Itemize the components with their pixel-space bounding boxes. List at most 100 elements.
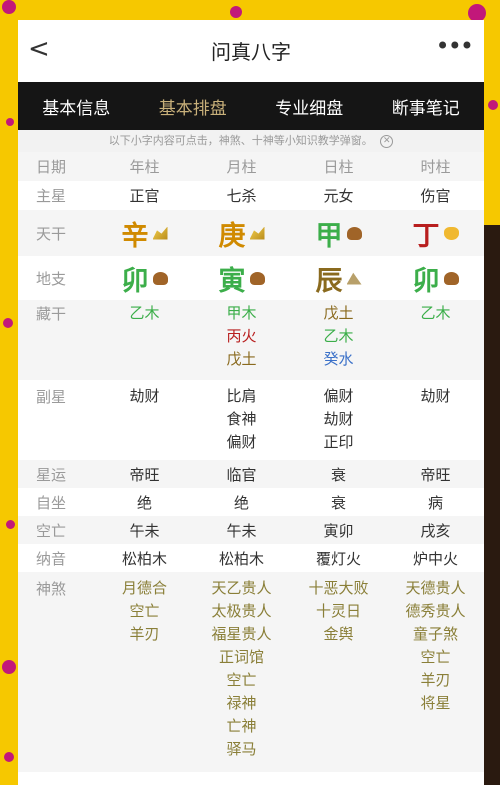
shensha-item[interactable]: 太极贵人 [193, 600, 290, 623]
shensha-item[interactable]: 十灵日 [290, 600, 387, 623]
sub-star[interactable]: 偏财 [193, 431, 290, 454]
fire-icon [443, 226, 459, 240]
earth-icon [346, 272, 362, 285]
sub-star[interactable]: 食神 [193, 408, 290, 431]
main-star[interactable]: 七杀 [193, 181, 290, 210]
void-branch[interactable]: 午未 [96, 516, 193, 544]
page-title: 问真八字 [211, 40, 291, 64]
shensha-item[interactable]: 正词馆 [193, 646, 290, 669]
shensha-item[interactable]: 将星 [387, 692, 484, 715]
notice-text: 以下小字内容可点击，神煞、十神等小知识教学弹窗。 [108, 134, 373, 147]
void-branch[interactable]: 戌亥 [387, 516, 484, 544]
shensha-item[interactable]: 禄神 [193, 692, 290, 715]
decor-dot [488, 100, 498, 110]
tab-pro-chart[interactable]: 专业细盘 [251, 94, 368, 119]
gold-icon [152, 226, 168, 240]
shensha-item[interactable]: 天乙贵人 [193, 577, 290, 600]
shensha-item[interactable]: 羊刃 [96, 623, 193, 646]
shensha-item[interactable]: 空亡 [387, 646, 484, 669]
earthly-branch[interactable]: 辰 [316, 259, 343, 298]
hidden-stem[interactable]: 戊土 [193, 348, 290, 371]
star-fortune[interactable]: 临官 [193, 460, 290, 488]
hidden-stem[interactable]: 戊土 [290, 302, 387, 325]
nav-bar: < 问真八字 ••• [18, 20, 484, 82]
star-fortune[interactable]: 衰 [290, 460, 387, 488]
hidden-stem[interactable]: 乙木 [290, 325, 387, 348]
table-row-nayin: 纳音 松柏木 松柏木 覆灯火 炉中火 [18, 544, 484, 572]
sub-star[interactable]: 偏财 [290, 385, 387, 408]
decor-dot [4, 752, 14, 762]
star-fortune[interactable]: 帝旺 [96, 460, 193, 488]
main-star[interactable]: 正官 [96, 181, 193, 210]
earthly-branch[interactable]: 卯 [413, 259, 440, 298]
table-row-zizuo: 自坐 绝 绝 衰 病 [18, 488, 484, 516]
hidden-stem[interactable]: 乙木 [96, 302, 193, 325]
shensha-item[interactable]: 羊刃 [387, 669, 484, 692]
table-row-dizhi: 地支 卯 寅 辰 卯 [18, 256, 484, 300]
shensha-item[interactable]: 童子煞 [387, 623, 484, 646]
sub-star[interactable]: 劫财 [290, 408, 387, 431]
close-icon[interactable]: ✕ [380, 134, 394, 148]
main-star[interactable]: 伤官 [387, 181, 484, 210]
sub-star[interactable]: 比肩 [193, 385, 290, 408]
self-seat[interactable]: 病 [387, 488, 484, 516]
nayin-value[interactable]: 覆灯火 [290, 544, 387, 572]
table-row-xingyun: 星运 帝旺 临官 衰 帝旺 [18, 460, 484, 488]
self-seat[interactable]: 衰 [290, 488, 387, 516]
row-label: 神煞 [18, 572, 96, 772]
sub-star[interactable]: 劫财 [387, 385, 484, 408]
heavenly-stem[interactable]: 甲 [316, 214, 343, 253]
nayin-value[interactable]: 松柏木 [193, 544, 290, 572]
decor-dot [3, 318, 13, 328]
hidden-stem[interactable]: 乙木 [387, 302, 484, 325]
table-row-fuxing: 副星 劫财 比肩 食神 偏财 偏财 劫财 正印 劫财 [18, 380, 484, 460]
row-label: 自坐 [36, 493, 67, 512]
wood-icon [152, 271, 168, 285]
earthly-branch[interactable]: 寅 [219, 259, 246, 298]
table-row-tiangan: 天干 辛 庚 甲 丁 [18, 210, 484, 256]
more-icon[interactable]: ••• [436, 32, 474, 60]
row-label: 星运 [18, 460, 96, 488]
main-star[interactable]: 元女 [290, 181, 387, 210]
row-label: 副星 [36, 388, 67, 406]
wood-icon [346, 226, 362, 240]
nayin-value[interactable]: 松柏木 [96, 544, 193, 572]
earthly-branch[interactable]: 卯 [122, 259, 149, 298]
shensha-item[interactable]: 金舆 [290, 623, 387, 646]
self-seat[interactable]: 绝 [96, 488, 193, 516]
self-seat[interactable]: 绝 [193, 488, 290, 516]
void-branch[interactable]: 午未 [193, 516, 290, 544]
tab-basic-chart[interactable]: 基本排盘 [135, 94, 252, 119]
sub-star[interactable]: 正印 [290, 431, 387, 454]
column-header: 日柱 [290, 152, 387, 181]
heavenly-stem[interactable]: 庚 [219, 214, 246, 253]
tab-bar: 基本信息 基本排盘 专业细盘 断事笔记 [18, 82, 484, 130]
shensha-item[interactable]: 空亡 [193, 669, 290, 692]
heavenly-stem[interactable]: 辛 [122, 214, 149, 253]
wood-icon [443, 271, 459, 285]
shensha-item[interactable]: 月德合 [96, 577, 193, 600]
tab-basic-info[interactable]: 基本信息 [18, 94, 135, 119]
hidden-stem[interactable]: 癸水 [290, 348, 387, 371]
void-branch[interactable]: 寅卯 [290, 516, 387, 544]
column-header: 时柱 [387, 152, 484, 181]
nayin-value[interactable]: 炉中火 [387, 544, 484, 572]
sub-star[interactable]: 劫财 [96, 385, 193, 408]
decor-dot [2, 0, 16, 14]
row-label: 纳音 [36, 549, 67, 568]
shensha-item[interactable]: 亡神 [193, 715, 290, 738]
tab-notes[interactable]: 断事笔记 [368, 94, 485, 119]
shensha-item[interactable]: 天德贵人 [387, 577, 484, 600]
star-fortune[interactable]: 帝旺 [387, 460, 484, 488]
shensha-item[interactable]: 驿马 [193, 738, 290, 761]
shensha-item[interactable]: 德秀贵人 [387, 600, 484, 623]
table-row-header: 日期 年柱 月柱 日柱 时柱 [18, 152, 484, 181]
shensha-item[interactable]: 空亡 [96, 600, 193, 623]
bazi-table: 日期 年柱 月柱 日柱 时柱 主星 正官 七杀 元女 伤官 天干 辛 庚 甲 丁… [18, 152, 484, 772]
hidden-stem[interactable]: 丙火 [193, 325, 290, 348]
notice-bar: 以下小字内容可点击，神煞、十神等小知识教学弹窗。 ✕ [18, 130, 484, 152]
heavenly-stem[interactable]: 丁 [413, 214, 440, 253]
shensha-item[interactable]: 福星贵人 [193, 623, 290, 646]
shensha-item[interactable]: 十恶大败 [290, 577, 387, 600]
hidden-stem[interactable]: 甲木 [193, 302, 290, 325]
